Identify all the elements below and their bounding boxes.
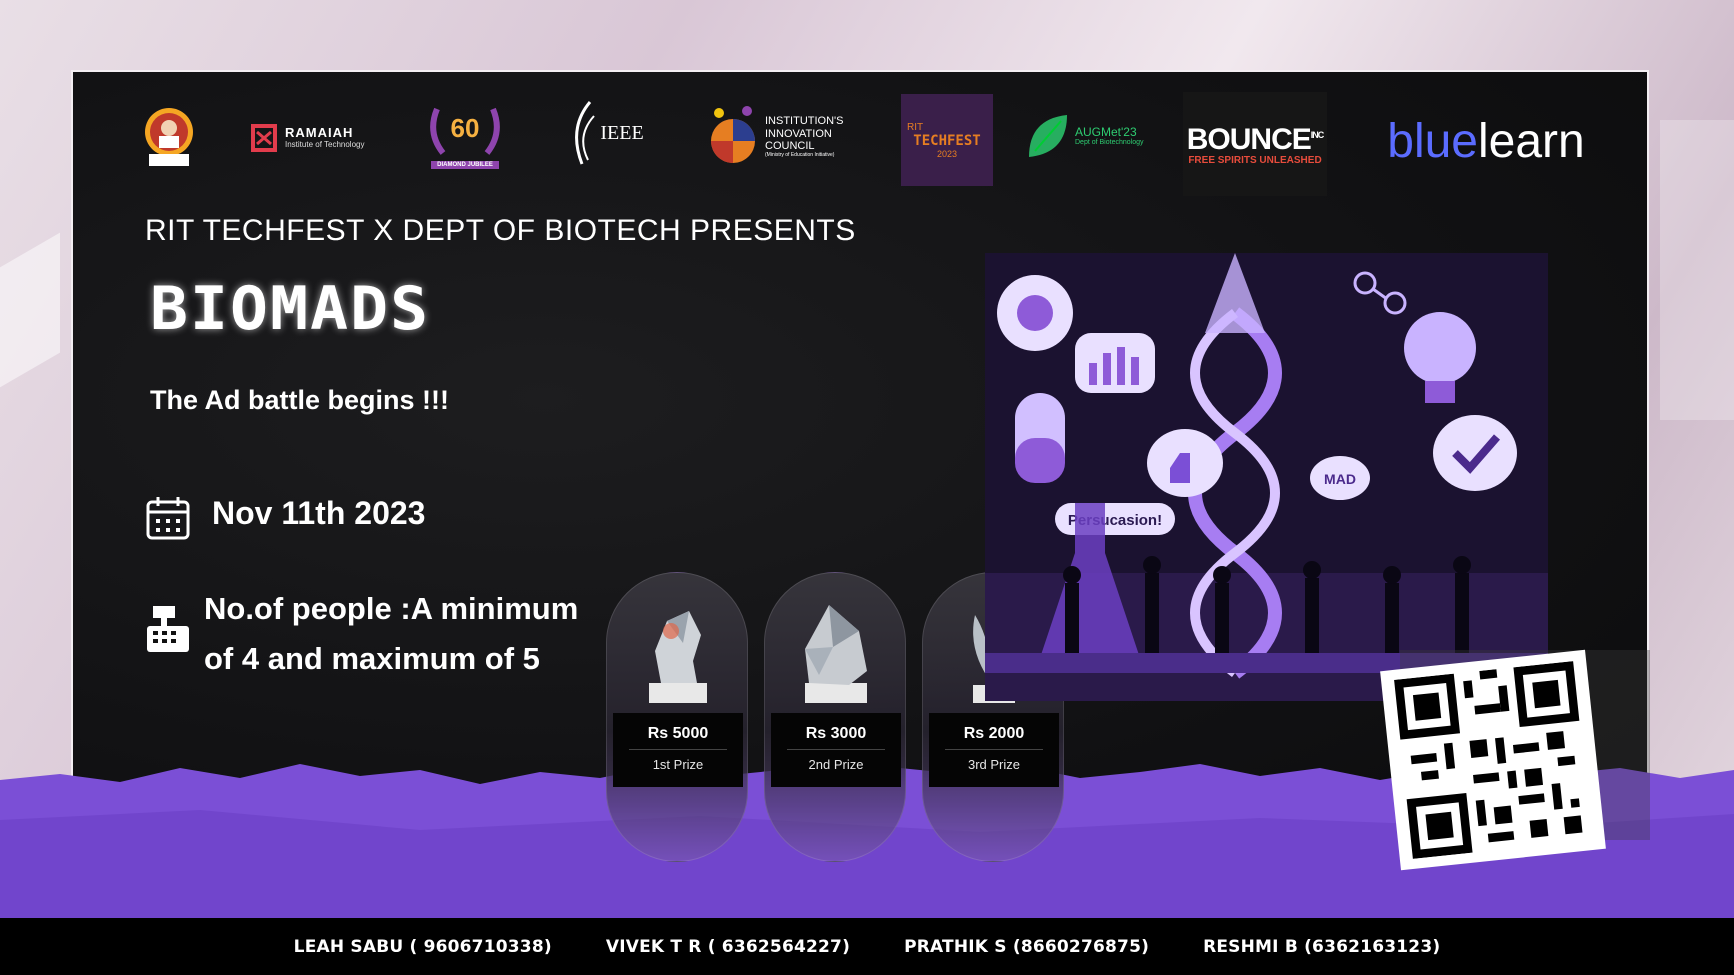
prize-amount: Rs 2000 <box>963 725 1025 742</box>
prize-rank: 2nd Prize <box>808 757 864 772</box>
contact-leah: LEAH SABU ( 9606710338) <box>293 936 552 957</box>
biotech-illustration: Persucasion! MAD <box>985 253 1548 701</box>
prize-label-box: Rs 3000 2nd Prize <box>771 713 901 787</box>
event-title: BIOMADS <box>150 274 431 344</box>
bluelearn-white: learn <box>1478 114 1585 168</box>
cash-register-icon <box>147 606 189 652</box>
event-date: Nov 11th 2023 <box>212 495 426 531</box>
divider <box>787 749 885 750</box>
prize-card-second: Rs 3000 2nd Prize <box>764 572 906 862</box>
iic-logo: INSTITUTION'S INNOVATION COUNCIL (Minist… <box>705 102 855 172</box>
ieee-wing-icon <box>575 101 596 165</box>
iic-line1: INSTITUTION'S <box>765 115 844 128</box>
people-rule-line1: No.of people :A minimum <box>204 591 579 626</box>
contact-reshmi: RESHMI B (6362163123) <box>1203 936 1441 957</box>
ramaiah-logo: RAMAIAH Institute of Technology <box>249 116 389 160</box>
divider <box>945 749 1043 750</box>
iic-line4: (Ministry of Education Initiative) <box>765 152 835 159</box>
prize-amount: Rs 3000 <box>805 725 867 742</box>
jubilee-ribbon: DIAMOND JUBILEE <box>431 161 499 169</box>
techfest-year: 2023 <box>936 148 958 159</box>
bluelearn-logo: blue learn <box>1369 108 1603 174</box>
mad-bubble-text: MAD <box>1324 471 1356 487</box>
ramaiah-emblem-icon <box>251 124 277 152</box>
background-shard <box>1660 120 1734 420</box>
techfest-main: TECHFEST <box>913 132 981 149</box>
ieee-logo: IEEE <box>561 98 649 168</box>
contact-vivek: VIVEK T R ( 6362564227) <box>605 936 851 957</box>
tagline: The Ad battle begins !!! <box>150 385 449 415</box>
iic-emblem-icon <box>711 106 755 163</box>
dna-leaf-icon <box>1029 115 1067 157</box>
augmet-logo: AUGMet'23 Dept of Biotechnology <box>1023 108 1163 164</box>
bounce-subtitle: FREE SPIRITS UNLEASHED <box>1188 154 1322 166</box>
divider <box>629 749 727 750</box>
augmet-subtitle: Dept of Biotechnology <box>1075 138 1144 146</box>
bounce-title: BOUNCEINC <box>1186 122 1324 156</box>
augmet-title: AUGMet'23 <box>1075 124 1137 139</box>
contact-prathik: PRATHIK S (8660276875) <box>904 936 1150 957</box>
iic-line2: INNOVATION <box>765 127 832 140</box>
background-shard <box>0 232 60 388</box>
diamond-jubilee-logo: 60 DIAMOND JUBILEE <box>423 96 507 172</box>
ramaiah-name: RAMAIAH <box>285 125 354 141</box>
prize-label-box: Rs 2000 3rd Prize <box>929 713 1059 787</box>
techfest-top: RIT <box>907 121 924 133</box>
contact-bar: LEAH SABU ( 9606710338) VIVEK T R ( 6362… <box>0 918 1734 975</box>
laurel-wreath-icon: 60 <box>430 107 500 155</box>
rit-techfest-logo: RIT TECHFEST 2023 <box>901 94 993 186</box>
prize-card-first: Rs 5000 1st Prize <box>606 572 748 862</box>
qr-code[interactable] <box>1380 649 1606 871</box>
founder-badge-icon <box>145 108 193 166</box>
prize-rank: 1st Prize <box>652 757 704 772</box>
bounce-logo: BOUNCEINC FREE SPIRITS UNLEASHED <box>1183 92 1327 196</box>
calendar-icon <box>146 497 190 540</box>
trophy-second-icon <box>805 605 867 703</box>
people-rule-line2: of 4 and maximum of 5 <box>204 641 540 676</box>
founder-portrait-logo <box>143 104 195 170</box>
prize-label-box: Rs 5000 1st Prize <box>613 713 743 787</box>
presents-heading: RIT TECHFEST X DEPT OF BIOTECH PRESENTS <box>145 214 856 247</box>
ieee-text: IEEE <box>600 121 644 144</box>
svg-text:60: 60 <box>451 113 480 143</box>
ramaiah-subtitle: Institute of Technology <box>285 139 365 149</box>
bluelearn-blue: blue <box>1387 114 1478 168</box>
prize-amount: Rs 5000 <box>647 725 709 742</box>
trophy-first-icon <box>649 611 707 703</box>
prize-rank: 3rd Prize <box>967 757 1021 772</box>
qr-code-icon <box>1394 661 1592 859</box>
